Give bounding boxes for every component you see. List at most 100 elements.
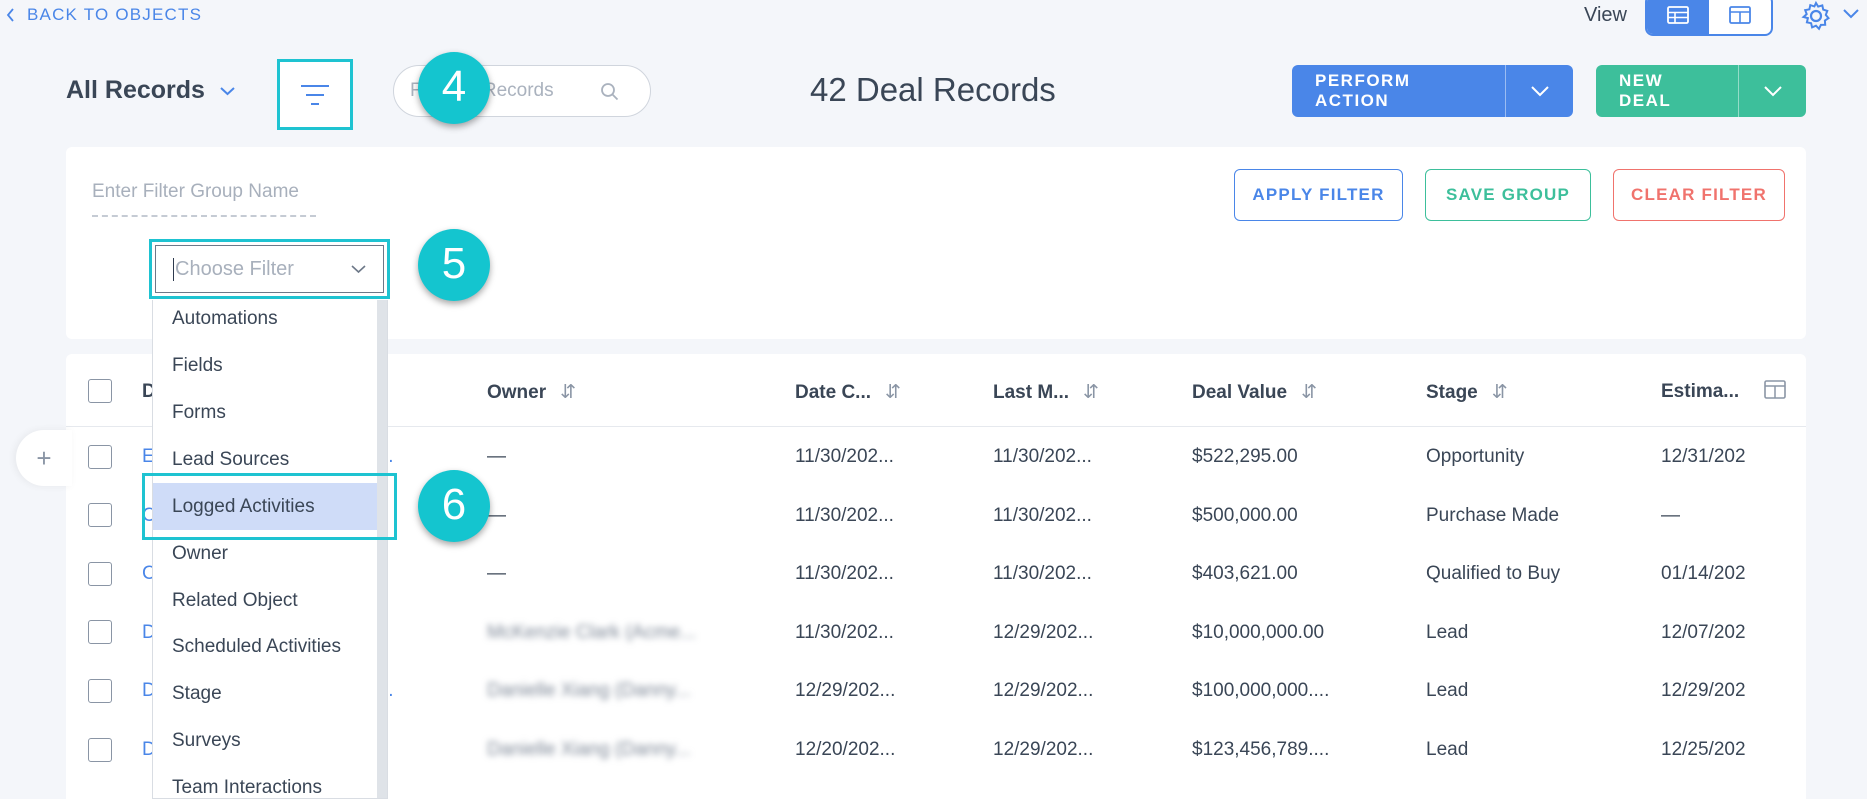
filter-group-name-input[interactable]	[92, 181, 316, 217]
column-header-date-created[interactable]: Date C... ⇵	[795, 381, 901, 404]
deal-value-cell: $123,456,789....	[1192, 739, 1330, 760]
stage-cell: Lead	[1426, 680, 1469, 701]
column-header-last-modified[interactable]: Last M... ⇵	[993, 381, 1099, 404]
owner-cell: Danielle Xiang (Danny...	[487, 739, 691, 760]
filter-option-stage[interactable]: Stage	[153, 670, 379, 717]
filter-toggle-button[interactable]	[277, 59, 353, 130]
filter-option-surveys[interactable]: Surveys	[153, 717, 379, 764]
column-header-label: Last M...	[993, 381, 1070, 403]
perform-action-dropdown-button[interactable]	[1505, 65, 1573, 117]
owner-cell: —	[487, 446, 506, 467]
save-group-button[interactable]: SAVE GROUP	[1425, 169, 1591, 221]
filter-options-dropdown: Automations Fields Forms Lead Sources Lo…	[152, 300, 388, 799]
date-created-cell: 12/20/202...	[795, 739, 896, 760]
view-label: View	[1584, 4, 1627, 26]
board-icon	[1729, 6, 1751, 24]
estimated-cell: 12/29/202	[1661, 680, 1746, 701]
last-modified-cell: 12/29/202...	[993, 739, 1094, 760]
records-selector[interactable]: All Records	[66, 76, 236, 105]
step-number: 5	[441, 239, 467, 288]
board-view-button[interactable]	[1709, 0, 1771, 34]
filter-option-scheduled-activities[interactable]: Scheduled Activities	[153, 623, 379, 670]
back-to-objects-link[interactable]: BACK TO OBJECTS	[6, 5, 202, 25]
stage-cell: Qualified to Buy	[1426, 563, 1561, 584]
owner-cell: Danielle Xiang (Danny...	[487, 680, 691, 701]
column-header-deal-value[interactable]: Deal Value ⇵	[1192, 381, 1317, 404]
owner-cell: McKenzie Clark (Acme...	[487, 622, 697, 643]
last-modified-cell: 11/30/202...	[993, 563, 1092, 584]
stage-cell: Lead	[1426, 739, 1469, 760]
filter-option-team-interactions[interactable]: Team Interactions	[153, 764, 379, 798]
filter-option-lead-sources[interactable]: Lead Sources	[153, 436, 379, 483]
step-badge-4: 4	[418, 52, 490, 124]
sort-icon: ⇵	[1083, 382, 1099, 403]
table-icon	[1667, 6, 1689, 24]
perform-action-button[interactable]: PERFORM ACTION	[1292, 65, 1505, 117]
chevron-left-icon	[6, 8, 14, 22]
owner-cell: —	[487, 563, 506, 584]
date-created-cell: 11/30/202...	[795, 505, 894, 526]
filter-lines-icon	[301, 84, 329, 105]
row-checkbox[interactable]	[88, 562, 112, 586]
apply-filter-button[interactable]: APPLY FILTER	[1234, 169, 1403, 221]
clear-filter-button[interactable]: CLEAR FILTER	[1613, 169, 1785, 221]
filter-option-fields[interactable]: Fields	[153, 342, 379, 389]
stage-cell: Lead	[1426, 622, 1469, 643]
last-modified-cell: 11/30/202...	[993, 505, 1092, 526]
column-header-stage[interactable]: Stage ⇵	[1426, 381, 1508, 404]
chevron-down-icon	[1763, 86, 1782, 97]
column-settings-icon[interactable]	[1764, 380, 1786, 404]
step-badge-6: 6	[418, 470, 490, 542]
row-checkbox[interactable]	[88, 503, 112, 527]
sort-icon: ⇵	[885, 382, 901, 403]
records-count: 42 Deal Records	[810, 71, 1056, 108]
last-modified-cell: 12/29/202...	[993, 622, 1094, 643]
row-checkbox[interactable]	[88, 738, 112, 762]
step-badge-5: 5	[418, 229, 490, 301]
filter-option-automations[interactable]: Automations	[153, 300, 379, 342]
column-header-label: Stage	[1426, 381, 1478, 403]
date-created-cell: 11/30/202...	[795, 446, 894, 467]
filter-option-related-object[interactable]: Related Object	[153, 577, 379, 624]
row-checkbox[interactable]	[88, 679, 112, 703]
select-all-checkbox[interactable]	[88, 379, 112, 403]
column-header-estimated[interactable]: Estima...	[1661, 381, 1739, 403]
new-deal-button[interactable]: NEW DEAL	[1596, 65, 1738, 117]
filter-option-logged-activities[interactable]: Logged Activities	[153, 483, 379, 530]
settings-gear-icon[interactable]	[1800, 0, 1832, 37]
perform-action-split-button: PERFORM ACTION	[1292, 65, 1573, 117]
row-checkbox[interactable]	[88, 620, 112, 644]
deal-value-cell: $10,000,000.00	[1192, 622, 1325, 643]
table-view-button[interactable]	[1647, 0, 1709, 34]
row-checkbox[interactable]	[88, 445, 112, 469]
search-icon	[601, 82, 619, 100]
column-header-label: Estima...	[1661, 381, 1740, 402]
column-header-label: Deal Value	[1192, 381, 1288, 403]
column-header-owner[interactable]: Owner ⇵	[487, 381, 576, 404]
choose-filter-select[interactable]: Choose Filter	[149, 239, 390, 299]
stage-cell: Opportunity	[1426, 446, 1525, 467]
deal-value-cell: $100,000,000....	[1192, 680, 1330, 701]
records-selector-label: All Records	[66, 76, 205, 104]
back-to-objects-label: BACK TO OBJECTS	[27, 5, 203, 24]
add-row-plus-button[interactable]: +	[16, 430, 72, 486]
date-created-cell: 12/29/202...	[795, 680, 896, 701]
deal-value-cell: $522,295.00	[1192, 446, 1298, 467]
new-deal-dropdown-button[interactable]	[1738, 65, 1806, 117]
date-created-cell: 11/30/202...	[795, 622, 894, 643]
filter-option-owner[interactable]: Owner	[153, 530, 379, 577]
date-created-cell: 11/30/202...	[795, 563, 894, 584]
chevron-down-icon	[1530, 86, 1549, 97]
last-modified-cell: 12/29/202...	[993, 680, 1094, 701]
filter-option-forms[interactable]: Forms	[153, 389, 379, 436]
chevron-down-icon	[351, 265, 366, 274]
dropdown-scrollbar[interactable]	[377, 300, 387, 798]
sort-icon: ⇵	[1301, 382, 1317, 403]
estimated-cell: —	[1661, 505, 1680, 526]
step-number: 6	[441, 480, 467, 529]
settings-chevron-down-icon[interactable]	[1842, 6, 1860, 24]
sort-icon: ⇵	[1491, 382, 1508, 403]
new-deal-split-button: NEW DEAL	[1596, 65, 1806, 117]
estimated-cell: 12/07/202	[1661, 622, 1746, 643]
sort-icon: ⇵	[560, 382, 577, 403]
